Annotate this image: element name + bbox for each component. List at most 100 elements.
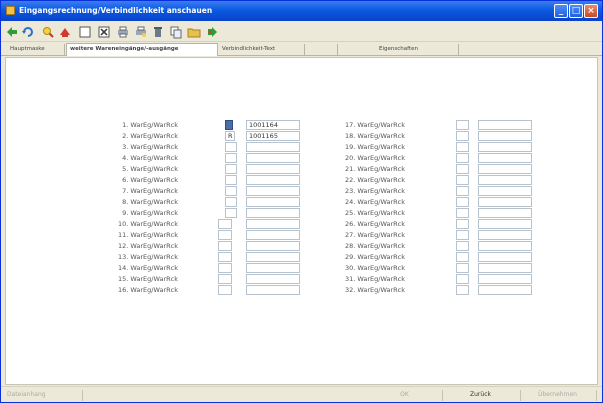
row-value-field[interactable] [478, 263, 532, 273]
delete-icon[interactable] [97, 25, 111, 39]
row-flag-field[interactable] [456, 241, 469, 251]
row-value-field[interactable] [246, 274, 300, 284]
row-flag-field[interactable] [456, 186, 469, 196]
row-flag-field[interactable] [456, 208, 469, 218]
copy-icon[interactable] [169, 25, 183, 39]
forward-icon[interactable] [205, 25, 219, 39]
row-flag-field[interactable] [225, 197, 237, 207]
close-button[interactable]: × [584, 4, 598, 18]
row-flag-field[interactable] [225, 153, 237, 163]
maximize-button[interactable]: □ [569, 4, 583, 18]
row-value-field[interactable] [246, 241, 300, 251]
row-value-field[interactable] [478, 197, 532, 207]
row-flag-field[interactable] [456, 274, 469, 284]
form-row: 29. WarEg/WarRck [306, 252, 599, 263]
row-flag-field[interactable] [225, 120, 233, 130]
row-flag-field[interactable] [456, 120, 469, 130]
row-value-field[interactable] [246, 175, 300, 185]
print-icon[interactable] [116, 25, 130, 39]
row-flag-field[interactable] [225, 142, 237, 152]
refresh-icon[interactable] [21, 25, 35, 39]
row-value-field[interactable] [246, 164, 300, 174]
row-value-field[interactable] [246, 142, 300, 152]
row-flag-field[interactable] [225, 186, 237, 196]
zurueck-button[interactable]: Zurück [447, 390, 521, 401]
uebernehmen-button[interactable]: Übernehmen [525, 390, 597, 401]
row-value-field[interactable] [478, 252, 532, 262]
blank-page-icon[interactable] [78, 25, 92, 39]
row-flag-field[interactable] [218, 252, 232, 262]
minimize-button[interactable]: _ [554, 4, 568, 18]
row-value-field[interactable] [246, 285, 300, 295]
row-flag-field[interactable] [456, 252, 469, 262]
row-flag-field[interactable] [456, 142, 469, 152]
tab-hauptmaske[interactable]: Hauptmaske [7, 44, 65, 56]
row-value-field[interactable] [246, 230, 300, 240]
bookmark-icon[interactable] [58, 25, 72, 39]
row-flag-field[interactable] [218, 285, 232, 295]
row-flag-field[interactable] [456, 131, 469, 141]
row-value-field[interactable] [246, 252, 300, 262]
row-flag-field[interactable] [218, 274, 232, 284]
row-value-field[interactable]: 1001164 [246, 120, 300, 130]
form-row: 31. WarEg/WarRck [306, 274, 599, 285]
row-flag-field[interactable] [218, 241, 232, 251]
row-value-field[interactable] [478, 208, 532, 218]
search-icon[interactable] [41, 25, 55, 39]
trash-icon[interactable] [151, 25, 165, 39]
form-row: 9. WarEg/WarRck [6, 208, 306, 219]
folder-icon[interactable] [187, 25, 201, 39]
row-value-field[interactable] [246, 153, 300, 163]
row-flag-field[interactable] [218, 263, 232, 273]
tab-verbindlichkeit-text[interactable]: Verbindlichkeit-Text [219, 44, 305, 56]
row-flag-field[interactable] [218, 219, 232, 229]
row-value-field[interactable] [478, 274, 532, 284]
row-value-field[interactable] [246, 263, 300, 273]
row-flag-field[interactable] [225, 164, 237, 174]
row-value-field[interactable] [478, 186, 532, 196]
row-value-field[interactable]: 1001165 [246, 131, 300, 141]
row-label: 8. WarEg/WarRck [122, 198, 178, 206]
dateianhang-button[interactable]: Dateianhang [7, 390, 83, 401]
row-value-field[interactable] [478, 164, 532, 174]
print-preview-icon[interactable] [134, 25, 148, 39]
row-value-field[interactable] [246, 208, 300, 218]
row-flag-field[interactable] [456, 164, 469, 174]
row-label: 31. WarEg/WarRck [344, 275, 405, 283]
row-flag-field[interactable] [456, 285, 469, 295]
row-flag-field[interactable] [456, 197, 469, 207]
back-arrow-icon[interactable] [5, 25, 19, 39]
row-value-field[interactable] [478, 131, 532, 141]
row-label: 12. WarEg/WarRck [117, 242, 178, 250]
row-flag-field[interactable] [456, 153, 469, 163]
row-flag-field[interactable] [225, 208, 237, 218]
row-value-field[interactable] [478, 285, 532, 295]
ok-button[interactable]: OK [373, 390, 443, 401]
row-value-field[interactable] [478, 219, 532, 229]
row-flag-field[interactable] [456, 230, 469, 240]
row-value-field[interactable] [478, 175, 532, 185]
row-value-field[interactable] [478, 241, 532, 251]
tab-empty[interactable] [306, 44, 338, 56]
title-bar[interactable]: Eingangsrechnung/Verbindlichkeit anschau… [1, 1, 602, 21]
row-flag-field[interactable] [225, 175, 237, 185]
form-row: 2. WarEg/WarRck R 1001165 [6, 131, 306, 142]
row-flag-field[interactable] [456, 175, 469, 185]
row-value-field[interactable] [478, 230, 532, 240]
row-value-field[interactable] [246, 197, 300, 207]
row-flag-field[interactable] [456, 263, 469, 273]
tab-weitere-wareneingaenge[interactable]: weitere Wareneingänge/-ausgänge [66, 43, 218, 56]
row-flag-field[interactable] [218, 230, 232, 240]
row-value-field[interactable] [246, 219, 300, 229]
row-flag-field[interactable] [456, 219, 469, 229]
tab-strip: Hauptmaske weitere Wareneingänge/-ausgän… [1, 43, 602, 56]
form-row: 4. WarEg/WarRck [6, 153, 306, 164]
row-value-field[interactable] [246, 186, 300, 196]
row-value-field[interactable] [478, 153, 532, 163]
row-value-field[interactable] [478, 120, 532, 130]
row-value-field[interactable] [478, 142, 532, 152]
window-title: Eingangsrechnung/Verbindlichkeit anschau… [19, 6, 213, 15]
row-flag-field[interactable]: R [225, 131, 235, 141]
form-row: 32. WarEg/WarRck [306, 285, 599, 296]
tab-eigenschaften[interactable]: Eigenschaften [339, 44, 459, 56]
